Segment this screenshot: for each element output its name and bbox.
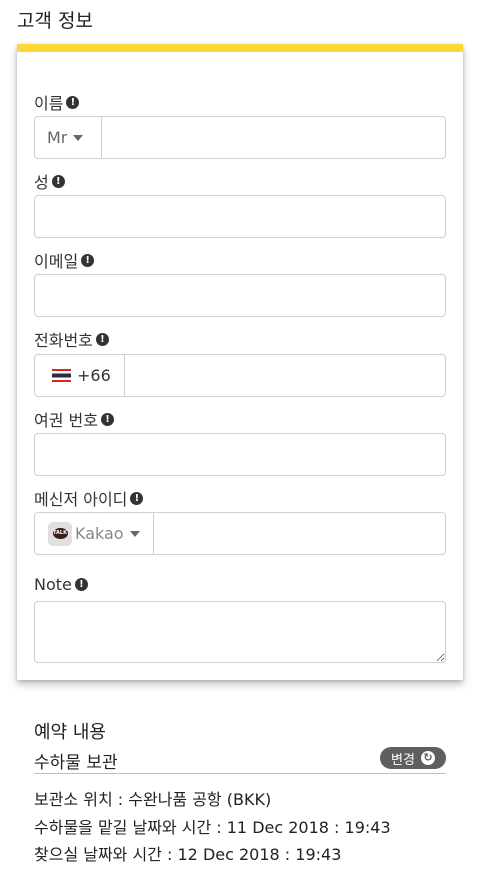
phone-group: +66: [34, 354, 446, 397]
phone-label-text: 전화번호: [34, 331, 93, 350]
kakao-talk-icon: TALK: [48, 521, 72, 546]
location-row: 보관소 위치 : 수완나품 공항 (BKK): [34, 786, 271, 810]
chevron-down-icon: [73, 134, 84, 141]
thailand-flag-icon: [52, 369, 71, 382]
change-button[interactable]: 변경 ↻: [380, 747, 446, 769]
email-label: 이메일 !: [34, 248, 95, 272]
title-select-value: Mr: [47, 128, 68, 147]
phone-input[interactable]: [124, 354, 446, 397]
pickup-row: 찾으실 날짜와 시간 : 12 Dec 2018 : 19:43: [34, 841, 341, 865]
info-icon[interactable]: !: [74, 578, 88, 591]
email-field[interactable]: [34, 274, 446, 317]
dropoff-label: 수하물을 맡길 날짜와 시간: [34, 818, 212, 837]
passport-label: 여권 번호 !: [34, 407, 114, 431]
chevron-down-icon: [129, 530, 140, 537]
change-button-label: 변경: [391, 752, 415, 768]
section-title: 고객 정보: [17, 10, 93, 32]
email-label-text: 이메일: [34, 252, 79, 271]
info-icon[interactable]: !: [130, 491, 144, 505]
info-icon[interactable]: !: [66, 95, 80, 109]
refresh-icon: ↻: [420, 751, 435, 765]
info-icon[interactable]: !: [100, 412, 114, 426]
note-textarea[interactable]: [34, 601, 446, 663]
last-name-input[interactable]: [34, 195, 446, 238]
first-name-label: 이름 !: [34, 90, 80, 114]
info-icon[interactable]: !: [95, 332, 109, 346]
last-name-label-text: 성: [34, 173, 49, 192]
passport-input[interactable]: [34, 433, 446, 476]
country-code: +66: [77, 366, 111, 385]
title-select[interactable]: Mr: [34, 116, 101, 159]
pickup-value: : 12 Dec 2018 : 19:43: [161, 845, 342, 864]
info-icon[interactable]: !: [81, 253, 95, 267]
phone-label: 전화번호 !: [34, 327, 109, 351]
messenger-label-text: 메신저 아이디: [34, 490, 128, 509]
messenger-select-value: Kakao: [75, 524, 124, 543]
booking-summary-title: 예약 내용: [34, 722, 106, 743]
note-label: Note !: [34, 575, 88, 594]
messenger-id-input[interactable]: [153, 512, 446, 555]
first-name-label-text: 이름: [34, 94, 64, 113]
first-name-input[interactable]: [101, 116, 446, 159]
info-icon[interactable]: !: [51, 174, 65, 188]
passport-label-text: 여권 번호: [34, 411, 98, 430]
country-code-select[interactable]: +66: [34, 354, 124, 397]
service-name: 수하물 보관: [34, 753, 118, 773]
messenger-select[interactable]: TALK Kakao: [34, 512, 153, 555]
location-value: : 수완나품 공항 (BKK): [112, 790, 272, 809]
location-label: 보관소 위치: [34, 790, 113, 809]
kakao-talk-text: TALK: [52, 528, 68, 539]
messenger-group: TALK Kakao: [34, 512, 446, 555]
first-name-group: Mr: [34, 116, 446, 159]
customer-info-form: 이름 ! Mr 성 ! 이메일 ! 전화번호 ! +66 여권 번호 ! 메신저…: [17, 44, 463, 680]
divider: [34, 773, 446, 774]
messenger-label: 메신저 아이디 !: [34, 486, 144, 510]
pickup-label: 찾으실 날짜와 시간: [34, 845, 162, 864]
note-label-text: Note: [34, 575, 72, 594]
dropoff-value: : 11 Dec 2018 : 19:43: [211, 818, 391, 837]
last-name-label: 성 !: [34, 169, 65, 193]
dropoff-row: 수하물을 맡길 날짜와 시간 : 11 Dec 2018 : 19:43: [34, 814, 391, 838]
